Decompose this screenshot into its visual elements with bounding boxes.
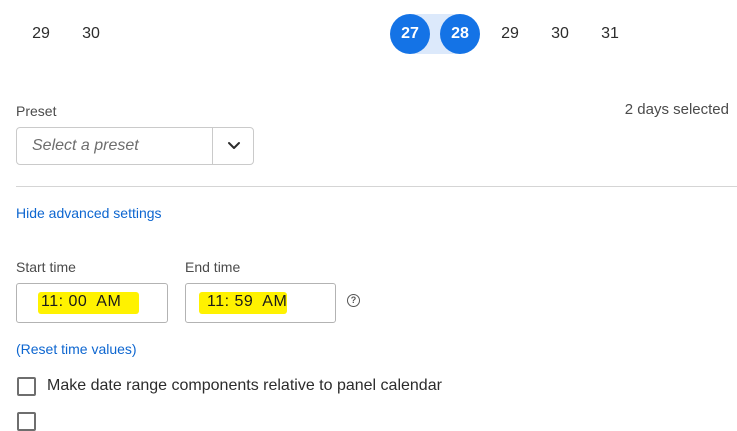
calendar-day[interactable]: 31 <box>590 14 630 54</box>
preset-label: Preset <box>16 103 57 119</box>
calendar-day-selected-start[interactable]: 27 <box>390 14 430 54</box>
calendar-day[interactable]: 29 <box>490 14 530 54</box>
start-time-input[interactable]: 11: 00 AM <box>16 283 168 323</box>
calendar-day[interactable]: 30 <box>71 14 111 54</box>
end-time-label: End time <box>185 259 241 275</box>
start-time-value: 11: 00 AM <box>41 293 122 310</box>
help-circle-icon[interactable]: ? <box>347 294 360 307</box>
section-divider <box>16 186 737 187</box>
preset-dropdown-button[interactable] <box>212 128 255 164</box>
chevron-down-icon <box>228 142 240 149</box>
start-time-label: Start time <box>16 259 76 275</box>
end-time-value: 11: 59 AM <box>207 293 288 310</box>
preset-input[interactable]: Select a preset <box>17 128 212 164</box>
selected-days-count: 2 days selected <box>624 101 729 118</box>
reset-time-values-link[interactable]: (Reset time values) <box>16 341 137 357</box>
hide-advanced-settings-link[interactable]: Hide advanced settings <box>16 205 162 221</box>
relative-to-panel-label[interactable]: Make date range components relative to p… <box>47 377 442 395</box>
calendar-day[interactable]: 29 <box>21 14 61 54</box>
preset-picker[interactable]: Select a preset <box>16 127 254 165</box>
calendar-day[interactable]: 30 <box>540 14 580 54</box>
calendar-day-selected-end[interactable]: 28 <box>440 14 480 54</box>
end-time-input[interactable]: 11: 59 AM <box>185 283 336 323</box>
partial-checkbox[interactable] <box>17 412 36 431</box>
relative-to-panel-checkbox[interactable] <box>17 377 36 396</box>
